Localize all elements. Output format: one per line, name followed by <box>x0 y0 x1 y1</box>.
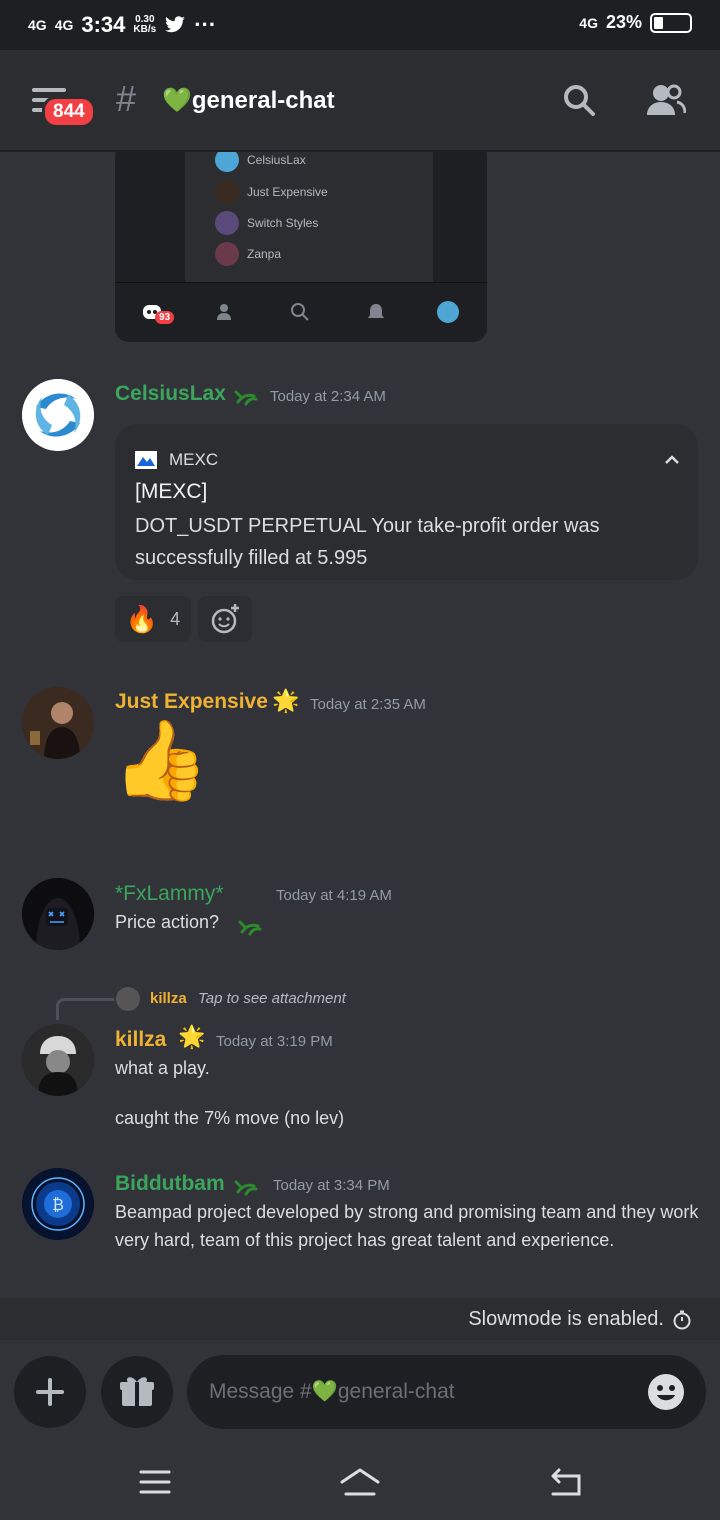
notification-app: MEXC <box>135 450 218 470</box>
network-type: 4G <box>579 14 598 31</box>
username[interactable]: Just Expensive <box>115 690 268 714</box>
more-notifications: ··· <box>194 12 217 37</box>
bell-icon <box>368 304 384 318</box>
add-attachment-button[interactable] <box>14 1356 86 1428</box>
role-badge-icon <box>238 920 262 936</box>
gift-button[interactable] <box>101 1356 173 1428</box>
search-icon[interactable] <box>562 83 596 117</box>
back-icon[interactable] <box>543 1466 587 1498</box>
gift-icon <box>120 1377 154 1406</box>
username[interactable]: killza <box>115 1028 166 1052</box>
thumbs-up-emoji: 👍 <box>112 716 210 804</box>
star-badge-icon: 🌟 <box>178 1024 206 1049</box>
composer-bar <box>0 1340 720 1444</box>
home-icon[interactable] <box>338 1466 382 1498</box>
role-badge-icon <box>234 390 258 406</box>
message-list[interactable]: CelsiusLax Just Expensive Switch Styles … <box>0 152 720 1298</box>
channel-header: 844 # 💚general-chat <box>0 50 720 152</box>
signal-indicator-1: 4G <box>28 16 47 33</box>
timestamp: Today at 3:19 PM <box>216 1033 333 1050</box>
notification-embed[interactable]: MEXC [MEXC] DOT_USDT PERPETUAL Your take… <box>115 424 698 580</box>
message-text: Price action? <box>115 912 220 932</box>
role-badge-icon <box>234 1180 258 1196</box>
preview-badge: 93 <box>155 311 175 324</box>
message-text: what a play. <box>115 1058 210 1078</box>
timestamp: Today at 4:19 AM <box>276 887 392 904</box>
preview-member: Zanpa <box>215 242 281 266</box>
reaction-fire[interactable]: 🔥 4 <box>115 596 191 642</box>
system-nav-bar <box>0 1444 720 1520</box>
hash-icon: # <box>116 78 137 119</box>
avatar[interactable] <box>22 1024 94 1096</box>
mexc-logo-icon <box>135 451 157 469</box>
username[interactable]: Biddutbam <box>115 1172 225 1196</box>
slowmode-text: Slowmode is enabled. <box>468 1308 664 1330</box>
message-input-container[interactable] <box>187 1355 706 1429</box>
message-text: caught the 7% move (no lev) <box>115 1108 345 1128</box>
username[interactable]: *FxLammy* <box>115 882 224 906</box>
avatar[interactable]: ₿ <box>22 1168 94 1240</box>
reply-connector <box>56 998 114 1020</box>
avatar[interactable] <box>22 878 94 950</box>
search-icon <box>291 303 309 321</box>
timestamp: Today at 3:34 PM <box>273 1177 390 1194</box>
timer-icon <box>673 1310 691 1330</box>
channel-title[interactable]: 💚general-chat <box>162 86 335 115</box>
svg-text:₿: ₿ <box>52 1195 64 1214</box>
battery-percent: 23% <box>605 12 642 32</box>
network-speed: 0.30 KB/s <box>133 14 157 35</box>
battery-icon <box>650 12 692 33</box>
avatar[interactable] <box>22 379 94 451</box>
reply-username[interactable]: killza <box>150 990 187 1007</box>
slowmode-bar: Slowmode is enabled. <box>0 1298 720 1340</box>
username[interactable]: CelsiusLax <box>115 382 226 406</box>
image-attachment[interactable]: CelsiusLax Just Expensive Switch Styles … <box>115 152 487 342</box>
preview-member: Just Expensive <box>215 180 328 204</box>
preview-member: CelsiusLax <box>215 152 306 172</box>
timestamp: Today at 2:34 AM <box>270 388 386 405</box>
unread-badge: 844 <box>42 96 96 128</box>
chevron-up-icon[interactable] <box>664 452 680 468</box>
twitter-bird-icon <box>165 16 186 33</box>
friends-icon <box>217 304 231 320</box>
avatar[interactable] <box>22 687 94 759</box>
profile-icon <box>437 301 459 323</box>
reply-preview[interactable]: Tap to see attachment <box>198 990 346 1007</box>
clock: 3:34 <box>81 12 126 37</box>
notification-body: DOT_USDT PERPETUAL Your take-profit orde… <box>135 515 600 569</box>
message-input[interactable] <box>209 1355 629 1429</box>
notification-title: [MEXC] <box>135 480 208 503</box>
timestamp: Today at 2:35 AM <box>310 696 426 713</box>
add-reaction-button[interactable] <box>198 596 252 642</box>
signal-indicator-2: 4G <box>54 16 74 33</box>
emoji-icon[interactable] <box>646 1372 686 1412</box>
reply-avatar <box>116 987 140 1011</box>
recent-apps-icon[interactable] <box>133 1466 177 1498</box>
preview-member: Switch Styles <box>215 211 318 235</box>
plus-icon <box>36 1378 64 1406</box>
message-text: Beampad project developed by strong and … <box>115 1202 699 1250</box>
status-bar: 4G 4G 3:34 0.30 KB/s ··· 4G 23% <box>0 0 720 50</box>
star-badge-icon: 🌟 <box>272 688 300 713</box>
members-icon[interactable] <box>646 83 686 117</box>
fire-emoji: 🔥 <box>125 603 159 634</box>
reaction-count: 4 <box>170 608 181 629</box>
preview-bottom-bar: 93 <box>115 282 487 342</box>
add-reaction-icon <box>211 604 239 634</box>
